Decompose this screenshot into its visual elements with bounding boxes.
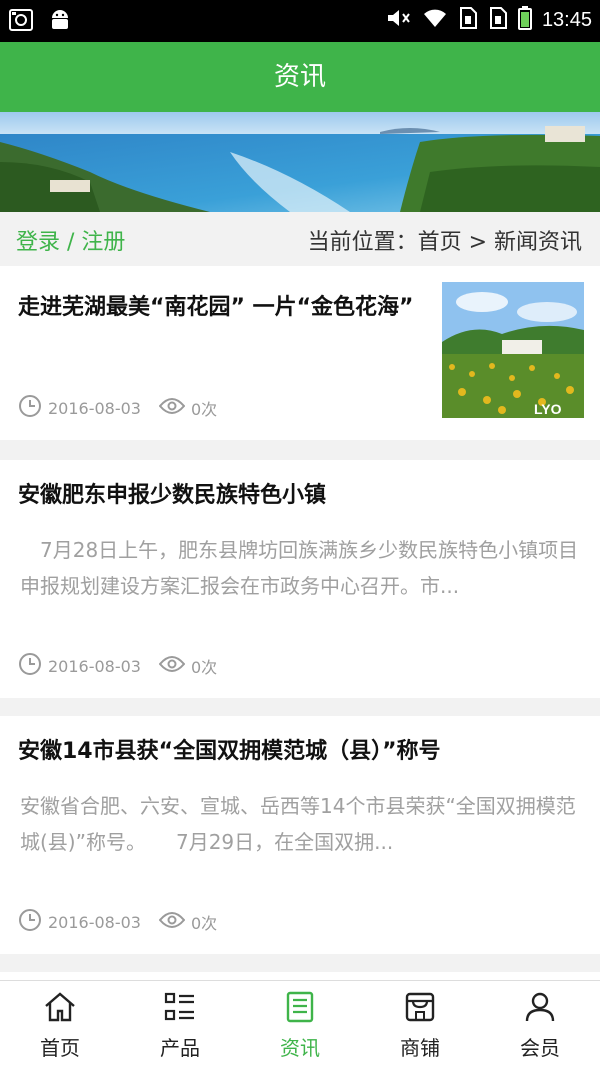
nav-label: 商铺 [400,1036,440,1060]
bottom-nav: 首页 产品 资讯 商铺 会员 [0,980,600,1067]
product-list-icon [163,991,197,1028]
nav-news[interactable]: 资讯 [240,981,360,1067]
article-title[interactable]: 安徽肥东申报少数民族特色小镇 [18,480,326,512]
article-summary: 安徽省合肥、六安、宣城、岳西等14个市县荣获“全国双拥模范城(县)”称号。 7月… [20,794,576,854]
clock-icon [18,394,42,422]
article-views: 0次 [190,914,218,933]
android-icon [48,8,72,36]
article-summary: 7月28日上午，肥东县牌坊回族满族乡少数民族特色小镇项目申报规划建设方案汇报会在… [20,538,579,598]
current-location: 当前位置：首页 > 新闻资讯 [307,230,582,255]
eye-icon [158,397,186,419]
nav-shop[interactable]: 商铺 [360,981,480,1067]
article-meta: 2016-08-03 0次 [18,908,235,936]
breadcrumb: 登录 / 注册 当前位置：首页 > 新闻资讯 [0,212,600,266]
nav-label: 产品 [160,1036,200,1060]
banner-image[interactable] [0,112,600,212]
article-title[interactable]: 走进芜湖最美“南花园” 一片“金色花海” [18,292,418,324]
article-date: 2016-08-03 [48,912,141,932]
eye-icon [158,655,186,677]
screenshot-icon [8,8,34,36]
status-bar: 13:45 [0,0,600,42]
list-item[interactable]: 安徽14市县获“全国双拥模范城（县）”称号 安徽省合肥、六安、宣城、岳西等14个… [0,716,600,954]
member-icon [523,991,557,1028]
login-register-link[interactable]: 登录 / 注册 [16,224,125,256]
news-icon [283,991,317,1028]
nav-label: 资讯 [280,1036,320,1060]
article-date: 2016-08-03 [48,398,141,418]
article-views: 0次 [190,400,218,419]
home-icon [43,991,77,1028]
battery-icon [517,6,532,35]
article-thumbnail[interactable]: LYO [442,282,584,418]
nav-label: 首页 [40,1036,80,1060]
article-title[interactable]: 安徽14市县获“全国双拥模范城（县）”称号 [18,736,441,768]
list-item[interactable]: 走进芜湖最美“南花园” 一片“金色花海” 2016-08-03 0次 LYO [0,266,600,440]
sim2-icon [488,6,508,35]
article-meta: 2016-08-03 0次 [18,394,235,422]
eye-icon [158,911,186,933]
article-date: 2016-08-03 [48,656,141,676]
shop-icon [403,991,437,1028]
article-meta: 2016-08-03 0次 [18,652,235,680]
nav-label: 会员 [520,1036,560,1060]
sim1-icon [458,6,478,35]
nav-member[interactable]: 会员 [480,981,600,1067]
nav-home[interactable]: 首页 [0,981,120,1067]
clock-icon [18,908,42,936]
wifi-icon [422,7,448,34]
clock-icon [18,652,42,680]
nav-products[interactable]: 产品 [120,981,240,1067]
page-title: 资讯 [0,42,600,112]
list-item[interactable]: 安徽肥东申报少数民族特色小镇 7月28日上午，肥东县牌坊回族满族乡少数民族特色小… [0,460,600,698]
article-views: 0次 [190,658,218,677]
mute-icon [386,6,412,35]
thumb-watermark: LYO [534,401,562,417]
clock: 13:45 [541,9,592,31]
